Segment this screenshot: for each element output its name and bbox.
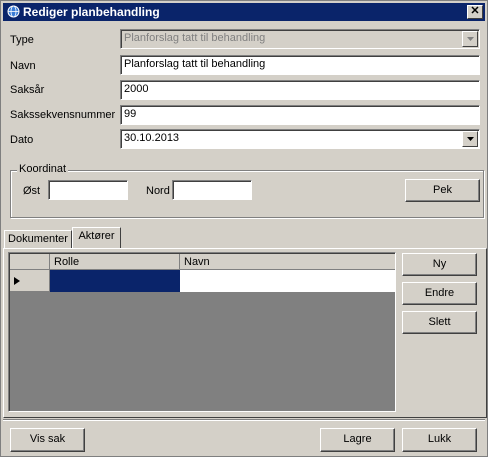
seq-label: Sakssekvensnummer bbox=[10, 109, 116, 121]
date-value: 30.10.2013 bbox=[124, 132, 180, 144]
east-label: Øst bbox=[23, 185, 41, 197]
year-label: Saksår bbox=[10, 84, 45, 96]
row-selector[interactable] bbox=[10, 270, 50, 292]
column-header-navn[interactable]: Navn bbox=[180, 254, 395, 270]
row-pointer-icon bbox=[14, 277, 20, 285]
window-title: Rediger planbehandling bbox=[23, 5, 160, 19]
table-row[interactable] bbox=[10, 270, 395, 292]
date-dropdown-button[interactable] bbox=[462, 131, 478, 147]
north-label: Nord bbox=[146, 185, 170, 197]
new-button[interactable]: Ny bbox=[402, 253, 477, 276]
tab-dokumenter[interactable]: Dokumenter bbox=[4, 230, 72, 248]
name-input[interactable]: Planforslag tatt til behandling bbox=[120, 55, 480, 75]
title-bar[interactable]: Rediger planbehandling ✕ bbox=[3, 3, 485, 21]
dialog-window: Rediger planbehandling ✕ Type Planforsla… bbox=[0, 0, 488, 457]
seq-value: 99 bbox=[124, 108, 137, 120]
grid-header: Rolle Navn bbox=[10, 254, 395, 270]
delete-button[interactable]: Slett bbox=[402, 311, 477, 334]
type-label: Type bbox=[10, 34, 34, 46]
footer-separator bbox=[3, 419, 485, 421]
chevron-down-icon bbox=[467, 37, 474, 41]
column-header-rolle[interactable]: Rolle bbox=[50, 254, 180, 270]
name-value: Planforslag tatt til behandling bbox=[124, 58, 266, 70]
tab-aktorer[interactable]: Aktører bbox=[72, 227, 121, 248]
view-case-button[interactable]: Vis sak bbox=[10, 428, 85, 452]
type-select: Planforslag tatt til behandling bbox=[120, 29, 480, 49]
north-input[interactable] bbox=[172, 180, 252, 200]
edit-button[interactable]: Endre bbox=[402, 282, 477, 305]
save-button[interactable]: Lagre bbox=[320, 428, 395, 452]
globe-icon bbox=[7, 5, 20, 18]
close-button[interactable]: Lukk bbox=[402, 428, 477, 452]
pick-button[interactable]: Pek bbox=[405, 179, 480, 202]
type-dropdown-button bbox=[462, 31, 478, 47]
chevron-down-icon bbox=[467, 137, 474, 141]
actors-grid[interactable]: Rolle Navn bbox=[8, 252, 396, 412]
date-picker[interactable]: 30.10.2013 bbox=[120, 129, 480, 149]
east-input[interactable] bbox=[48, 180, 128, 200]
year-value: 2000 bbox=[124, 83, 149, 95]
year-input[interactable]: 2000 bbox=[120, 80, 480, 100]
cell-navn[interactable] bbox=[180, 270, 395, 292]
close-icon[interactable]: ✕ bbox=[467, 5, 483, 19]
cell-rolle[interactable] bbox=[50, 270, 180, 292]
type-value: Planforslag tatt til behandling bbox=[124, 32, 266, 44]
name-label: Navn bbox=[10, 60, 36, 72]
coordinate-group-title: Koordinat bbox=[17, 163, 69, 175]
grid-corner-header bbox=[10, 254, 50, 270]
seq-input[interactable]: 99 bbox=[120, 105, 480, 125]
date-label: Dato bbox=[10, 134, 34, 146]
